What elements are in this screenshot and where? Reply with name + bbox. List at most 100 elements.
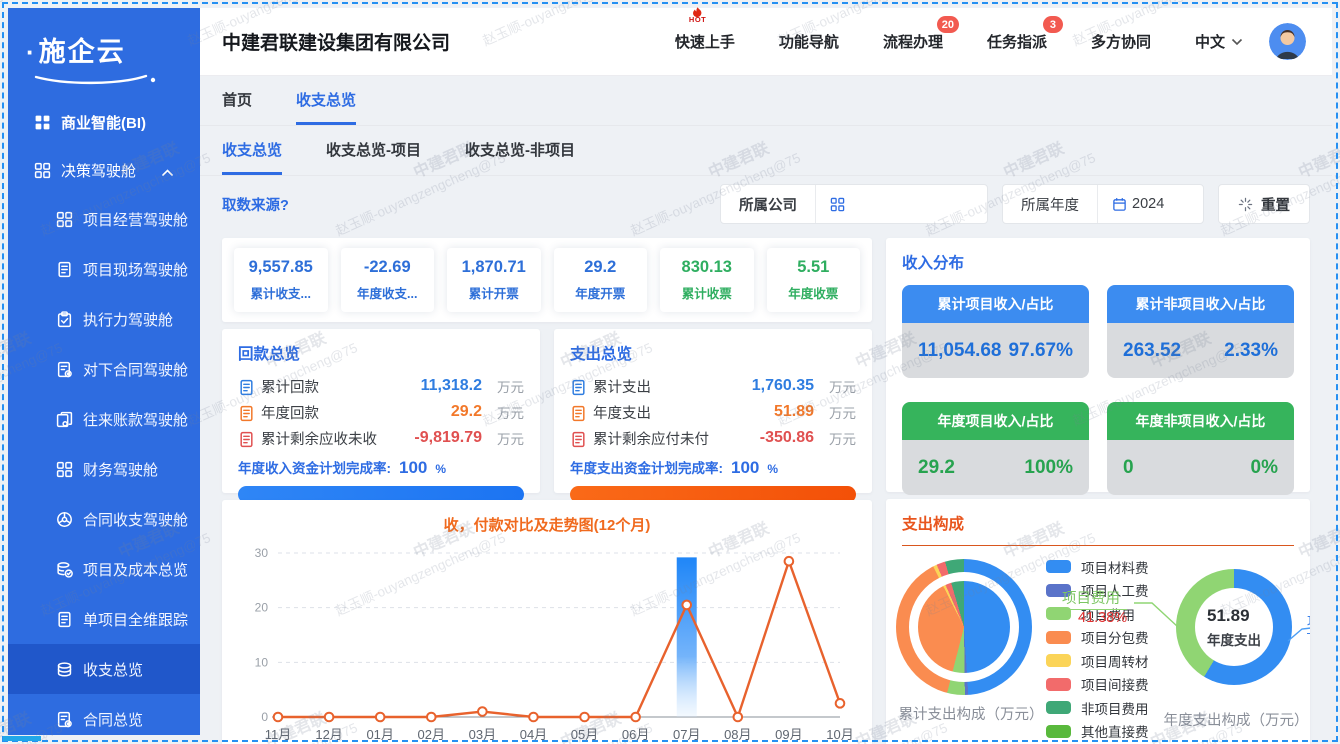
page-tab[interactable]: 首页	[222, 89, 252, 125]
income-card-header: 累计非项目收入/占比	[1107, 285, 1294, 323]
overview-row-unit: 万元	[822, 402, 856, 422]
overview-row-label: 年度支出	[593, 402, 651, 423]
doc-icon	[56, 611, 73, 628]
sidebar-group-decision-cockpit[interactable]: 决策驾驶舱	[8, 147, 200, 194]
svg-text:08月: 08月	[724, 727, 751, 742]
sub-tab[interactable]: 收支总览-非项目	[465, 139, 575, 175]
sub-tab[interactable]: 收支总览-项目	[326, 139, 421, 175]
doc-gear-icon	[56, 711, 73, 728]
page-tabs: 首页 收支总览	[200, 76, 1332, 126]
nav-item[interactable]: 快速上手HOT	[675, 31, 735, 52]
sidebar-group-label: 决策驾驶舱	[61, 160, 136, 181]
kpi-value: 9,557.85	[249, 258, 313, 277]
reset-button[interactable]: 重置	[1218, 184, 1310, 224]
filter-bar: 取数来源? 所属公司 所属年度 2024 重置	[200, 176, 1332, 232]
legend-item[interactable]: 项目周转材	[1046, 649, 1149, 673]
rate-label: 年度支出资金计划完成率:	[570, 457, 723, 477]
reset-icon	[1238, 197, 1253, 212]
income-card-percent: 97.67%	[1009, 340, 1073, 362]
callout-name: 项目	[1307, 611, 1310, 634]
divider	[902, 545, 1294, 546]
data-source-link[interactable]: 取数来源?	[222, 194, 289, 215]
sidebar-item[interactable]: 合同收支驾驶舱	[8, 494, 200, 544]
sidebar-item[interactable]: 项目及成本总览	[8, 544, 200, 594]
legend-item[interactable]: 项目分包费	[1046, 626, 1149, 650]
avatar[interactable]	[1269, 23, 1306, 60]
legend-item[interactable]: 项目间接费	[1046, 673, 1149, 697]
overview-row-label: 累计剩余应收未收	[261, 428, 377, 449]
kpi-label: 累计收票	[682, 283, 732, 302]
company-filter-select[interactable]: 所属公司	[720, 184, 988, 224]
svg-text:01月: 01月	[366, 727, 393, 742]
calendar-icon	[1112, 197, 1127, 212]
svg-text:04月: 04月	[520, 727, 547, 742]
chevron-down-icon	[1231, 38, 1243, 46]
legend-item[interactable]: 其他直接费	[1046, 720, 1149, 744]
sidebar-item[interactable]: 财务驾驶舱	[8, 444, 200, 494]
legend-item[interactable]: 非项目费用	[1046, 696, 1149, 720]
overview-row-unit: 万元	[490, 376, 524, 396]
svg-text:10月: 10月	[826, 727, 852, 742]
sidebar-item[interactable]: 单项目全维跟踪	[8, 594, 200, 644]
sidebar-item-label: 合同收支驾驶舱	[83, 509, 188, 530]
sidebar-item-label: 合同总览	[83, 709, 143, 730]
sidebar-item-bi[interactable]: 商业智能(BI)	[8, 98, 200, 147]
legend-swatch	[1046, 701, 1071, 714]
nav-item[interactable]: 流程办理20	[883, 31, 943, 52]
reset-label: 重置	[1261, 194, 1290, 215]
sidebar-item[interactable]: 执行力驾驶舱	[8, 294, 200, 344]
rate-value: 100	[399, 458, 427, 478]
sidebar-item[interactable]: 往来账款驾驶舱	[8, 394, 200, 444]
page-tab[interactable]: 收支总览	[296, 89, 356, 125]
sidebar: ·施企云 商业智能(BI) 决策驾驶舱 项目经营驾驶舱项目现场驾驶舱执行力驾驶舱…	[8, 8, 200, 735]
svg-text:12月: 12月	[315, 727, 342, 742]
nav-item-label: 流程办理	[883, 34, 943, 51]
svg-text:10: 10	[255, 655, 269, 669]
sidebar-item[interactable]: 对下合同驾驶舱	[8, 344, 200, 394]
svg-text:06月: 06月	[622, 727, 649, 742]
callout-percent: 41.38%	[1078, 610, 1127, 626]
svg-text:03月: 03月	[469, 727, 496, 742]
sidebar-item[interactable]: 项目现场驾驶舱	[8, 244, 200, 294]
kpi-value: 830.13	[682, 258, 732, 277]
legend-swatch	[1046, 631, 1071, 644]
notification-badge: 20	[937, 16, 959, 33]
sidebar-section-label: 商业智能(BI)	[61, 112, 146, 133]
overview-row-value: -350.86	[760, 429, 814, 447]
sidebar-item[interactable]: 收支总览	[8, 644, 200, 694]
overview-row: 累计支出 1,760.35 万元	[570, 373, 856, 399]
svg-text:05月: 05月	[571, 727, 598, 742]
overview-row: 累计剩余应付未付 -350.86 万元	[570, 425, 856, 451]
language-selector[interactable]: 中文	[1195, 31, 1243, 52]
sidebar-item-label: 对下合同驾驶舱	[83, 359, 188, 380]
logo-swoosh	[32, 71, 160, 87]
legend-label: 项目分包费	[1081, 627, 1149, 647]
kpi-value: 1,870.71	[462, 258, 526, 277]
sidebar-item[interactable]: 项目经营驾驶舱	[8, 194, 200, 244]
nav-item[interactable]: 功能导航	[779, 31, 839, 52]
kpi-value: 5.51	[797, 258, 829, 277]
sidebar-item-label: 项目经营驾驶舱	[83, 209, 188, 230]
kpi-card: 29.2 年度开票	[554, 248, 648, 312]
rate-unit: %	[435, 462, 446, 476]
nav-item[interactable]: 任务指派3	[987, 31, 1047, 52]
kpi-label: 年度开票	[575, 283, 625, 302]
income-card-value: 11,054.68	[918, 340, 1001, 362]
rate-value: 100	[731, 458, 759, 478]
sidebar-item-label: 单项目全维跟踪	[83, 609, 188, 630]
overview-row-value: 51.89	[774, 403, 814, 421]
year-filter-select[interactable]: 所属年度 2024	[1002, 184, 1204, 224]
legend-item[interactable]: 项目材料费	[1046, 555, 1149, 579]
income-card-percent: 2.33%	[1224, 340, 1278, 362]
chevron-up-icon[interactable]	[161, 164, 174, 181]
svg-text:20: 20	[255, 601, 269, 615]
kpi-value: 29.2	[584, 258, 616, 277]
income-card-header: 累计项目收入/占比	[902, 285, 1089, 323]
svg-text:02月: 02月	[418, 727, 445, 742]
sub-tab[interactable]: 收支总览	[222, 139, 282, 175]
coins-icon	[56, 661, 73, 678]
nav-item[interactable]: 多方协同	[1091, 31, 1151, 52]
sidebar-item-label: 项目及成本总览	[83, 559, 188, 580]
overview-row: 累计剩余应收未收 -9,819.79 万元	[238, 425, 524, 451]
kpi-card: 830.13 累计收票	[660, 248, 754, 312]
